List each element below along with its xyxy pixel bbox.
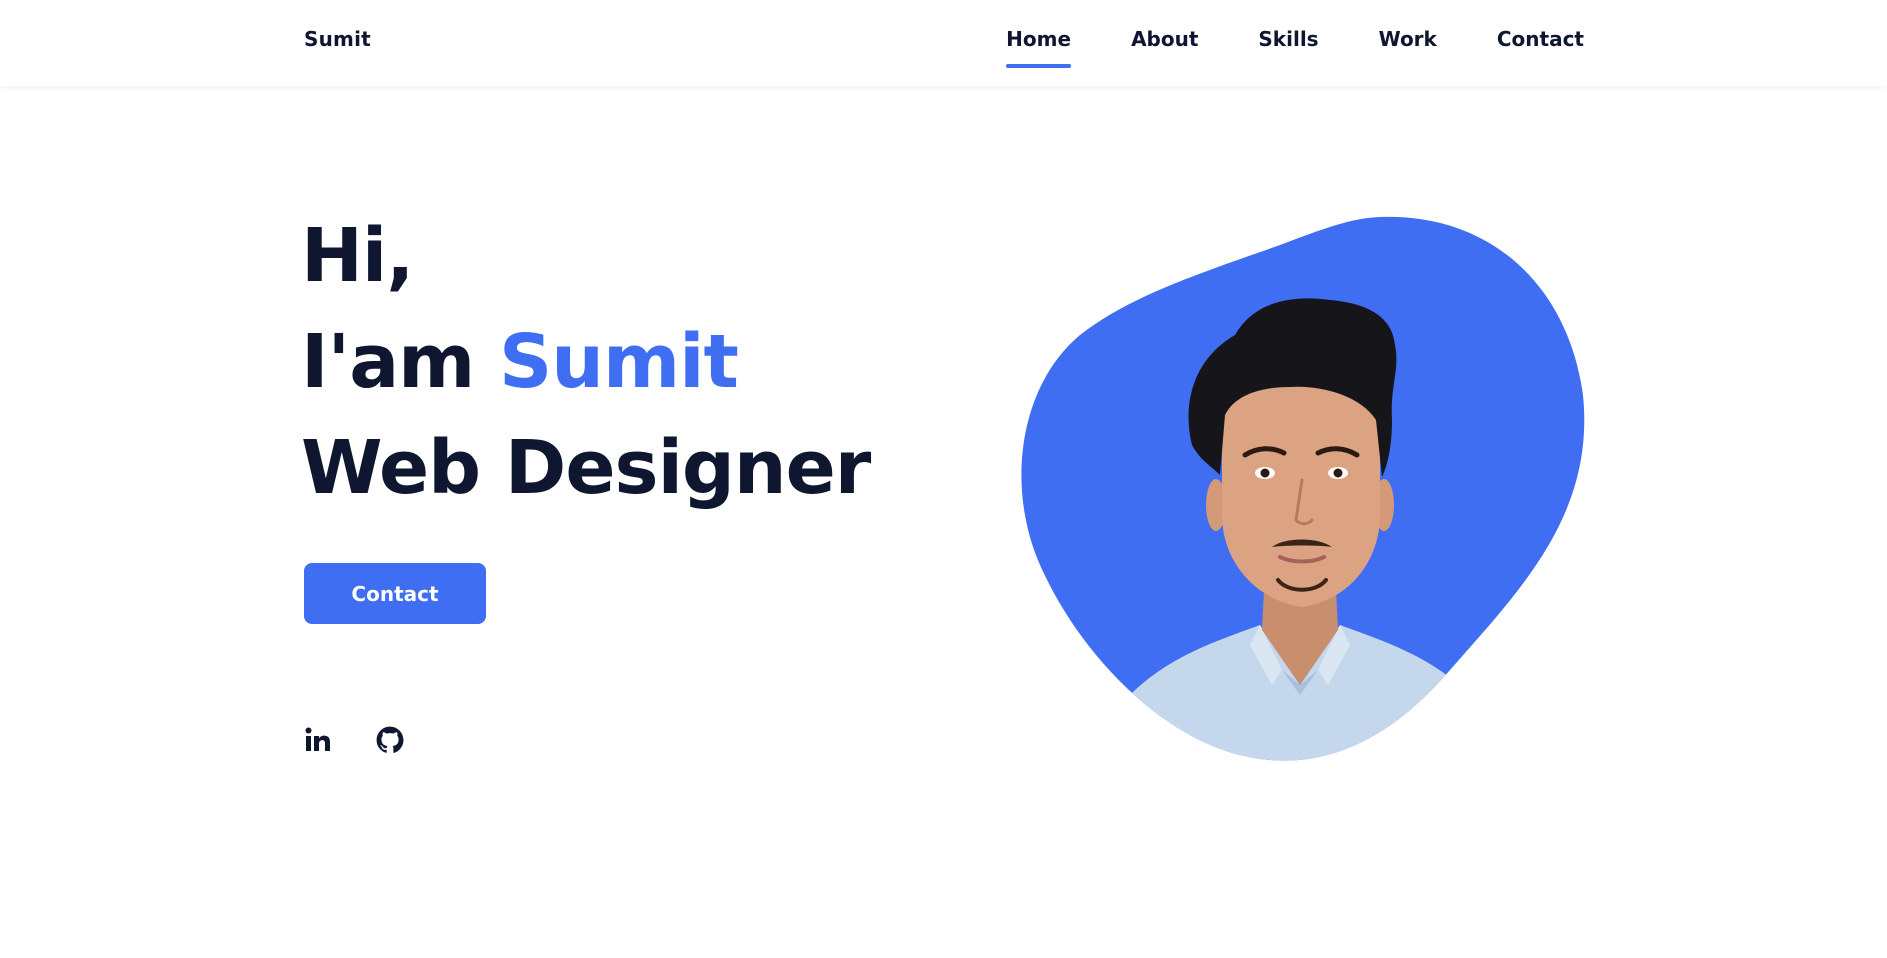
hero-heading: Hi, I'am Sumit Web Designer [301,203,871,521]
hero-intro-line: I'am Sumit [301,309,870,415]
nav-about[interactable]: About [1131,27,1198,51]
hero-name: Sumit [499,319,739,405]
contact-button[interactable]: Contact [304,563,486,624]
nav-skills[interactable]: Skills [1258,27,1318,51]
nav-home[interactable]: Home [1006,27,1071,68]
site-header: Sumit Home About Skills Work Contact [0,0,1887,86]
github-link[interactable] [376,726,404,754]
hero-intro: I'am [301,319,499,405]
main-nav: Home About Skills Work Contact [1006,27,1584,68]
linkedin-icon [305,727,330,751]
nav-contact[interactable]: Contact [1497,27,1584,51]
github-icon [376,726,404,753]
nav-work[interactable]: Work [1379,27,1437,51]
profile-photo [1021,216,1585,761]
hero-greeting: Hi, [301,213,414,299]
hero-role: Web Designer [301,425,871,511]
logo[interactable]: Sumit [304,27,371,51]
social-links [304,726,404,754]
linkedin-link[interactable] [304,726,332,754]
